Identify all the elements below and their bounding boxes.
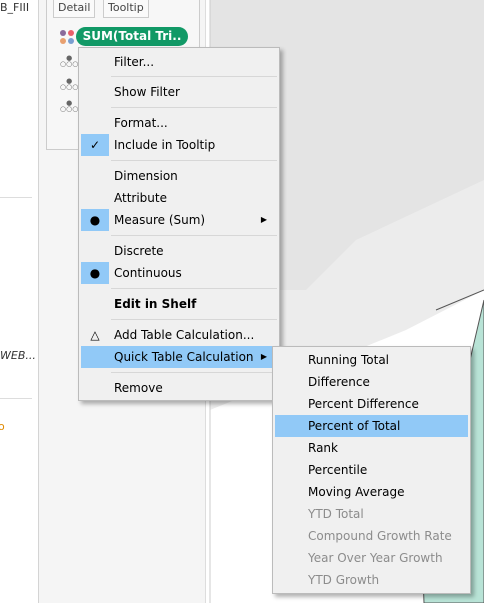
menu-item-continuous[interactable]: Continuous (81, 262, 277, 284)
submenu-item-ytd-total: YTD Total (308, 507, 364, 521)
submenu-item-rank[interactable]: Rank (275, 437, 468, 459)
submenu-item-ytd-growth: YTD Growth (308, 573, 380, 587)
measure-pill[interactable]: SUM(Total Tri.. (76, 27, 188, 46)
context-menu: Filter... Show Filter Format... ✓ Includ… (78, 47, 280, 401)
data-pane: B_FIII WEB... o (0, 0, 39, 603)
divider (0, 197, 32, 198)
separator (111, 160, 277, 161)
separator (111, 319, 277, 320)
separator (111, 107, 277, 108)
quick-table-calc-submenu: Running Total Difference Percent Differe… (272, 346, 471, 594)
separator (111, 76, 277, 77)
submenu-item-percent-difference[interactable]: Percent Difference (275, 393, 468, 415)
separator (111, 372, 277, 373)
menu-item-dimension[interactable]: Dimension (81, 165, 277, 187)
submenu-item-percent-of-total[interactable]: Percent of Total (275, 415, 468, 437)
divider (0, 398, 32, 399)
field-label: o (0, 420, 5, 433)
menu-item-label: Measure (Sum) (114, 213, 206, 227)
color-icon (60, 30, 74, 44)
field-label: WEB... (0, 349, 36, 362)
tooltip-button[interactable]: Tooltip (103, 0, 149, 18)
menu-item-remove[interactable]: Remove (81, 377, 277, 399)
field-label: B_FIII (0, 1, 30, 14)
menu-item-show-filter[interactable]: Show Filter (81, 81, 277, 103)
detail-icon: ● ○○○ (60, 99, 79, 113)
submenu-item-year-over-year-growth: Year Over Year Growth (308, 551, 443, 565)
detail-icon: ● ○○○ (60, 54, 79, 68)
submenu-arrow-icon: ▶ (260, 215, 267, 224)
menu-item-filter[interactable]: Filter... (81, 51, 277, 73)
menu-item-format[interactable]: Format... (81, 112, 277, 134)
menu-item-discrete[interactable]: Discrete (81, 240, 277, 262)
submenu-item-difference[interactable]: Difference (275, 371, 468, 393)
detail-button[interactable]: Detail (53, 0, 96, 18)
submenu-item-running-total[interactable]: Running Total (275, 349, 468, 371)
menu-item-include-tooltip[interactable]: Include in Tooltip (81, 134, 277, 156)
menu-item-add-table-calc[interactable]: Add Table Calculation... (81, 324, 277, 346)
separator (111, 235, 277, 236)
submenu-item-compound-growth-rate: Compound Growth Rate (308, 529, 452, 543)
menu-item-quick-table-calc[interactable]: Quick Table Calculation ▶ (81, 346, 277, 368)
menu-item-attribute[interactable]: Attribute (81, 187, 277, 209)
separator (111, 288, 277, 289)
submenu-item-moving-average[interactable]: Moving Average (275, 481, 468, 503)
submenu-arrow-icon: ▶ (260, 352, 267, 361)
detail-icon: ● ○○○ (60, 77, 79, 91)
menu-item-edit-in-shelf[interactable]: Edit in Shelf (81, 293, 277, 315)
menu-item-measure[interactable]: Measure (Sum) ▶ (81, 209, 277, 231)
submenu-item-percentile[interactable]: Percentile (275, 459, 468, 481)
menu-item-label: Quick Table Calculation (114, 350, 254, 364)
